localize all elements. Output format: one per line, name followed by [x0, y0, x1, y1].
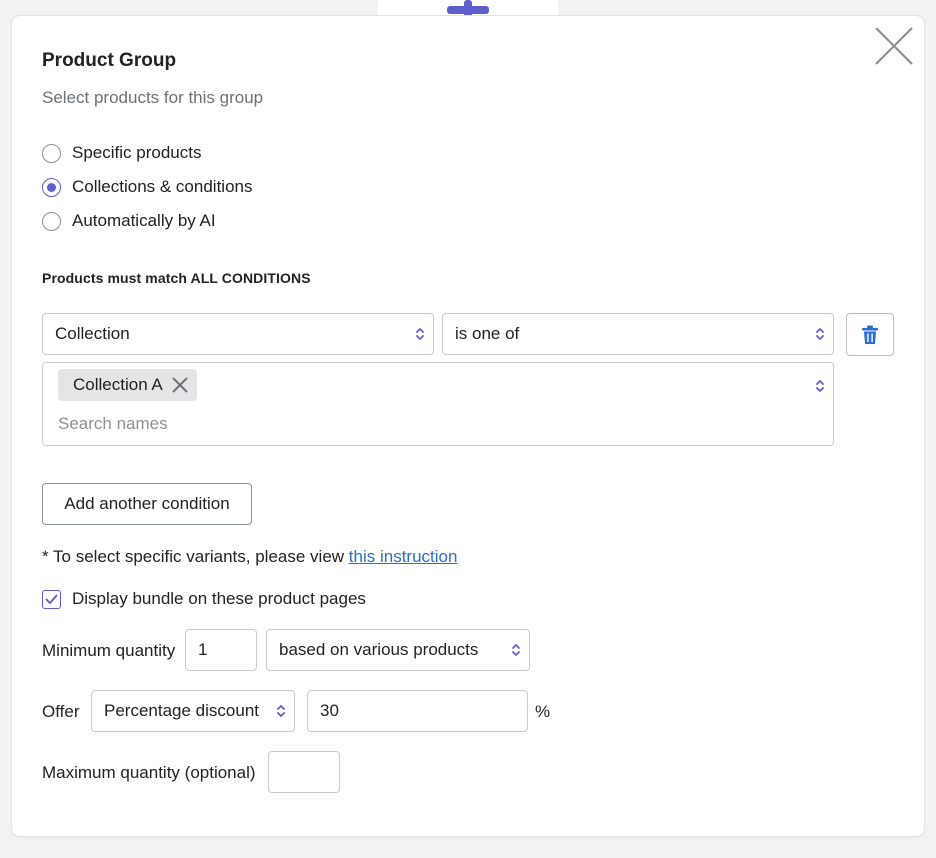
- radio-label: Collections & conditions: [72, 177, 253, 196]
- conditions-heading: Products must match ALL CONDITIONS: [42, 270, 311, 286]
- radio-button[interactable]: [42, 143, 61, 163]
- display-bundle-checkbox[interactable]: [42, 589, 61, 609]
- dialog-subtitle: Select products for this group: [42, 88, 264, 107]
- condition-field-select[interactable]: Collection: [42, 313, 434, 355]
- close-icon[interactable]: [874, 26, 914, 66]
- offer-type-select[interactable]: Percentage discount: [91, 690, 295, 732]
- condition-operator-select[interactable]: is one of: [442, 313, 834, 355]
- percent-unit: %: [535, 702, 551, 721]
- note-text: * To select specific variants, please vi…: [42, 547, 349, 566]
- condition-field-value: Collection: [55, 324, 130, 343]
- radio-specific-products[interactable]: Specific products: [42, 143, 201, 163]
- max-quantity-input[interactable]: [268, 751, 340, 793]
- search-input[interactable]: [58, 413, 798, 435]
- instruction-link[interactable]: this instruction: [349, 547, 458, 566]
- select-caret-icon: [512, 644, 520, 656]
- checkmark-icon: [45, 594, 58, 604]
- offer-label: Offer: [42, 702, 80, 721]
- variant-note: * To select specific variants, please vi…: [42, 547, 457, 567]
- display-bundle-row[interactable]: Display bundle on these product pages: [42, 589, 366, 609]
- offer-type-value: Percentage discount: [104, 701, 259, 720]
- offer-value-input[interactable]: [307, 690, 528, 732]
- min-quantity-label: Minimum quantity: [42, 641, 176, 660]
- radio-button-selected[interactable]: [42, 177, 61, 197]
- radio-button[interactable]: [42, 211, 61, 231]
- quantity-basis-select[interactable]: based on various products: [266, 629, 530, 671]
- select-caret-icon: [416, 328, 424, 340]
- radio-label: Specific products: [72, 143, 202, 162]
- delete-condition-button[interactable]: [846, 313, 894, 356]
- condition-operator-value: is one of: [455, 324, 520, 343]
- radio-collections-conditions[interactable]: Collections & conditions: [42, 177, 252, 197]
- select-caret-icon: [277, 705, 285, 717]
- trash-icon: [862, 325, 878, 344]
- min-quantity-input[interactable]: [185, 629, 257, 671]
- tag-label: Collection A: [73, 375, 163, 394]
- select-caret-icon: [816, 328, 824, 340]
- quantity-basis-value: based on various products: [279, 640, 479, 659]
- radio-automatically-ai[interactable]: Automatically by AI: [42, 211, 216, 231]
- collection-multiselect[interactable]: Collection A: [42, 362, 834, 446]
- dialog-title: Product Group: [42, 50, 177, 71]
- select-caret-icon: [816, 380, 824, 392]
- display-bundle-label: Display bundle on these product pages: [72, 589, 366, 608]
- selected-tag: Collection A: [58, 369, 197, 401]
- add-condition-button[interactable]: Add another condition: [42, 483, 252, 525]
- max-quantity-label: Maximum quantity (optional): [42, 763, 256, 782]
- radio-label: Automatically by AI: [72, 211, 216, 230]
- x-icon[interactable]: [171, 376, 189, 394]
